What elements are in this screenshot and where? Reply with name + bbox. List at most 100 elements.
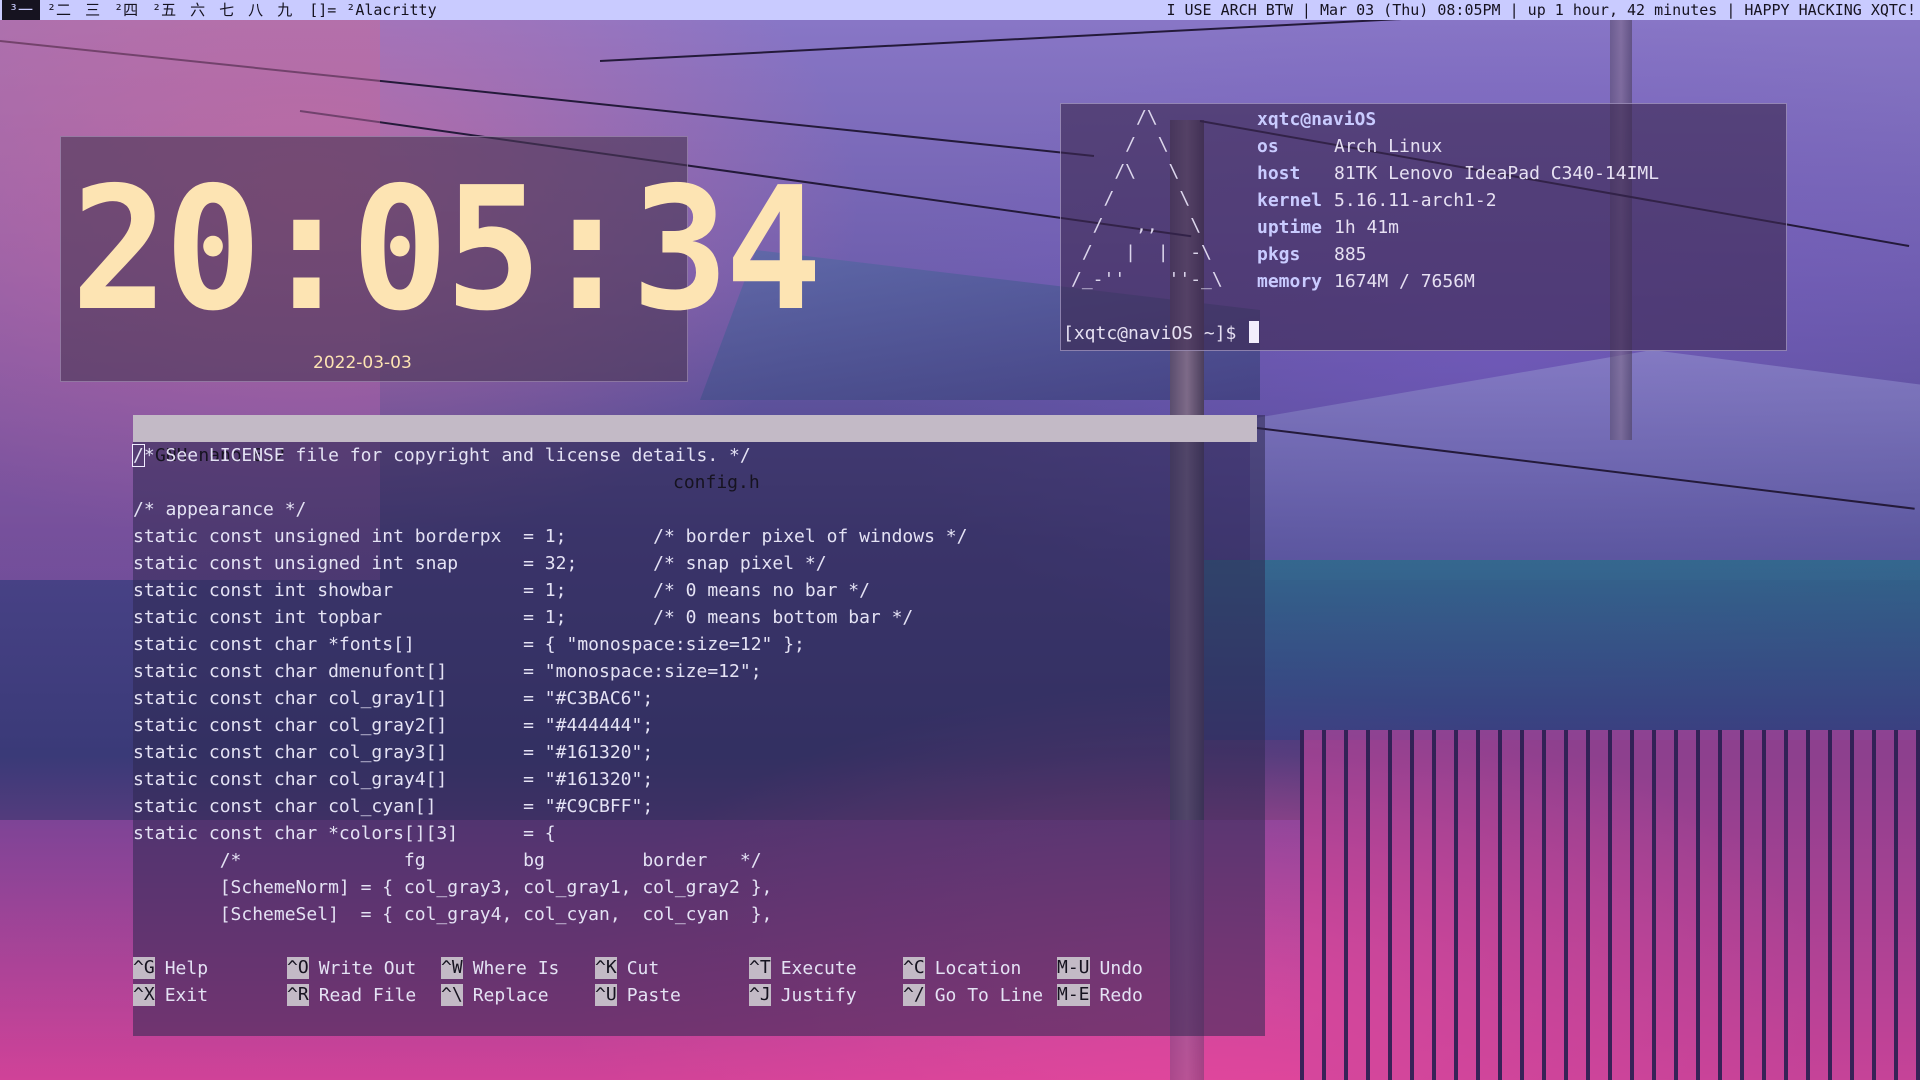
fetch-key: host: [1257, 163, 1301, 184]
shortcut-item[interactable]: ^R Read File: [287, 982, 441, 1009]
code-line: static const char col_gray4[] = "#161320…: [133, 769, 654, 790]
shortcut-item[interactable]: ^U Paste: [595, 982, 749, 1009]
layout-symbol[interactable]: []=: [299, 0, 342, 20]
shortcut-item[interactable]: ^X Exit: [133, 982, 287, 1009]
code-line: /* See LICENSE file for copyright and li…: [132, 442, 1253, 469]
code-line: static const char col_gray2[] = "#444444…: [133, 715, 654, 736]
shortcut-label: Redo: [1099, 985, 1143, 1006]
shortcut-item[interactable]: ^O Write Out: [287, 955, 441, 982]
code-line: [SchemeSel] = { col_gray4, col_cyan, col…: [133, 904, 773, 925]
fetch-key: os: [1257, 136, 1279, 157]
tag-2[interactable]: ²二: [40, 0, 78, 20]
shortcut-key: ^/: [903, 984, 925, 1006]
code-line: static const char col_gray3[] = "#161320…: [133, 742, 654, 763]
fetch-value: 1674M / 7656M: [1334, 271, 1475, 292]
fetch-value: 81TK Lenovo IdeaPad C340-14IML: [1334, 163, 1660, 184]
fetch-row-kernel: kernel 5.16.11-arch1-2: [1257, 187, 1659, 214]
shortcut-key: ^\: [441, 984, 463, 1006]
clock-widget: 20:05:34 2022-03-03: [60, 136, 822, 382]
shortcut-key: ^T: [749, 957, 771, 979]
shortcut-item[interactable]: ^T Execute: [749, 955, 903, 982]
shortcut-label: Go To Line: [934, 985, 1044, 1006]
shortcut-label: Read File: [318, 985, 417, 1006]
clock-date: 2022-03-03: [313, 353, 412, 373]
fetch-key: uptime: [1257, 217, 1323, 238]
shortcut-key: ^J: [749, 984, 771, 1006]
shortcut-key: ^G: [133, 957, 155, 979]
shortcut-key: M-U: [1057, 957, 1090, 979]
code-line: static const unsigned int borderpx = 1; …: [133, 526, 968, 547]
code-line: static const char *fonts[] = { "monospac…: [133, 634, 805, 655]
prompt-text: [xqtc@naviOS ~]$: [1063, 323, 1248, 344]
code-text: * See LICENSE file for copyright and lic…: [143, 445, 751, 466]
tag-4[interactable]: ²四: [107, 0, 145, 20]
text-cursor: [1249, 321, 1260, 343]
fetch-row-pkgs: pkgs 885: [1257, 241, 1659, 268]
code-line: static const char dmenufont[] = "monospa…: [133, 661, 762, 682]
shortcut-key: ^C: [903, 957, 925, 979]
status-bar: ³一 ²二 三 ²四 ²五 六 七 八 九 []= ²Alacritty I U…: [0, 0, 1920, 20]
nano-shortcut-bar: ^G Help ^O Write Out ^W Where Is ^K Cut ^T Execut…: [133, 955, 1257, 1009]
shortcut-key: ^K: [595, 957, 617, 979]
status-text: I USE ARCH BTW | Mar 03 (Thu) 08:05PM | …: [1166, 1, 1916, 19]
fetch-value: Arch Linux: [1334, 136, 1443, 157]
fetch-value: 5.16.11-arch1-2: [1334, 190, 1497, 211]
shortcut-label: Cut: [626, 958, 660, 979]
fetch-user: xqtc@naviOS: [1257, 109, 1377, 130]
arch-logo-ascii: /\ / \ /\ \ / \ / ,, \ / | | -\ /_-'' ''…: [1071, 107, 1223, 290]
fetch-key: pkgs: [1257, 244, 1301, 265]
shortcut-item[interactable]: ^/ Go To Line: [903, 982, 1057, 1009]
shortcut-label: Write Out: [318, 958, 417, 979]
shortcut-label: Paste: [626, 985, 681, 1006]
code-line: static const char col_cyan[] = "#C9CBFF"…: [133, 796, 654, 817]
tag-1[interactable]: ³一: [2, 0, 41, 20]
shortcut-item[interactable]: ^G Help: [133, 955, 287, 982]
shortcut-label: Undo: [1099, 958, 1143, 979]
shortcut-row: ^X Exit ^R Read File ^\ Replace ^U Paste ^J Justi…: [133, 982, 1257, 1009]
tag-list: ³一 ²二 三 ²四 ²五 六 七 八 九 []= ²Alacritty: [0, 0, 437, 20]
code-line: static const int topbar = 1; /* 0 means …: [133, 607, 914, 628]
shortcut-label: Location: [934, 958, 1022, 979]
fetch-row-memory: memory 1674M / 7656M: [1257, 268, 1659, 295]
fetch-row-os: os Arch Linux: [1257, 133, 1659, 160]
fetch-value: 1h 41m: [1334, 217, 1400, 238]
shortcut-label: Replace: [472, 985, 549, 1006]
shell-prompt[interactable]: [xqtc@naviOS ~]$: [1063, 320, 1260, 347]
tag-5[interactable]: ²五: [145, 0, 183, 20]
terminal-window[interactable]: /\ / \ /\ \ / \ / ,, \ / | | -\ /_-'' ''…: [1060, 103, 1787, 351]
shortcut-item[interactable]: M-U Undo: [1057, 955, 1211, 982]
shortcut-key: M-E: [1057, 984, 1090, 1006]
fetch-info: xqtc@naviOS os Arch Linux host 81TK Lenovo…: [1257, 106, 1659, 295]
shortcut-label: Justify: [780, 985, 857, 1006]
tag-6[interactable]: 六: [183, 0, 212, 20]
shortcut-item[interactable]: ^\ Replace: [441, 982, 595, 1009]
shortcut-key: ^O: [287, 957, 309, 979]
window-title: ²Alacritty: [346, 1, 437, 19]
tag-8[interactable]: 八: [241, 0, 270, 20]
shortcut-item[interactable]: ^J Justify: [749, 982, 903, 1009]
shortcut-key: ^U: [595, 984, 617, 1006]
fetch-row-host: host 81TK Lenovo IdeaPad C340-14IML: [1257, 160, 1659, 187]
text-cursor: /: [132, 444, 145, 467]
wallpaper-fence: [1300, 730, 1920, 1080]
tag-7[interactable]: 七: [212, 0, 241, 20]
tag-9[interactable]: 九: [270, 0, 299, 20]
fetch-key: kernel: [1257, 190, 1323, 211]
code-line: static const char col_gray1[] = "#C3BAC6…: [133, 688, 654, 709]
shortcut-label: Help: [164, 958, 209, 979]
tag-3[interactable]: 三: [78, 0, 107, 20]
fetch-key: memory: [1257, 271, 1323, 292]
nano-text-area[interactable]: /* See LICENSE file for copyright and li…: [132, 442, 1253, 928]
shortcut-item[interactable]: ^K Cut: [595, 955, 749, 982]
wallpaper-roof: [1200, 560, 1920, 740]
shortcut-item[interactable]: ^C Location: [903, 955, 1057, 982]
shortcut-row: ^G Help ^O Write Out ^W Where Is ^K Cut ^T Execut…: [133, 955, 1257, 982]
shortcut-item[interactable]: M-E Redo: [1057, 982, 1211, 1009]
shortcut-label: Exit: [164, 985, 209, 1006]
shortcut-key: ^X: [133, 984, 155, 1006]
shortcut-key: ^W: [441, 957, 463, 979]
nano-editor[interactable]: GNU nano 6.2 config.h /* See LICENSE fil…: [132, 415, 1265, 1036]
fetch-value: 885: [1334, 244, 1367, 265]
wallpaper-roof: [1250, 350, 1920, 580]
shortcut-item[interactable]: ^W Where Is: [441, 955, 595, 982]
